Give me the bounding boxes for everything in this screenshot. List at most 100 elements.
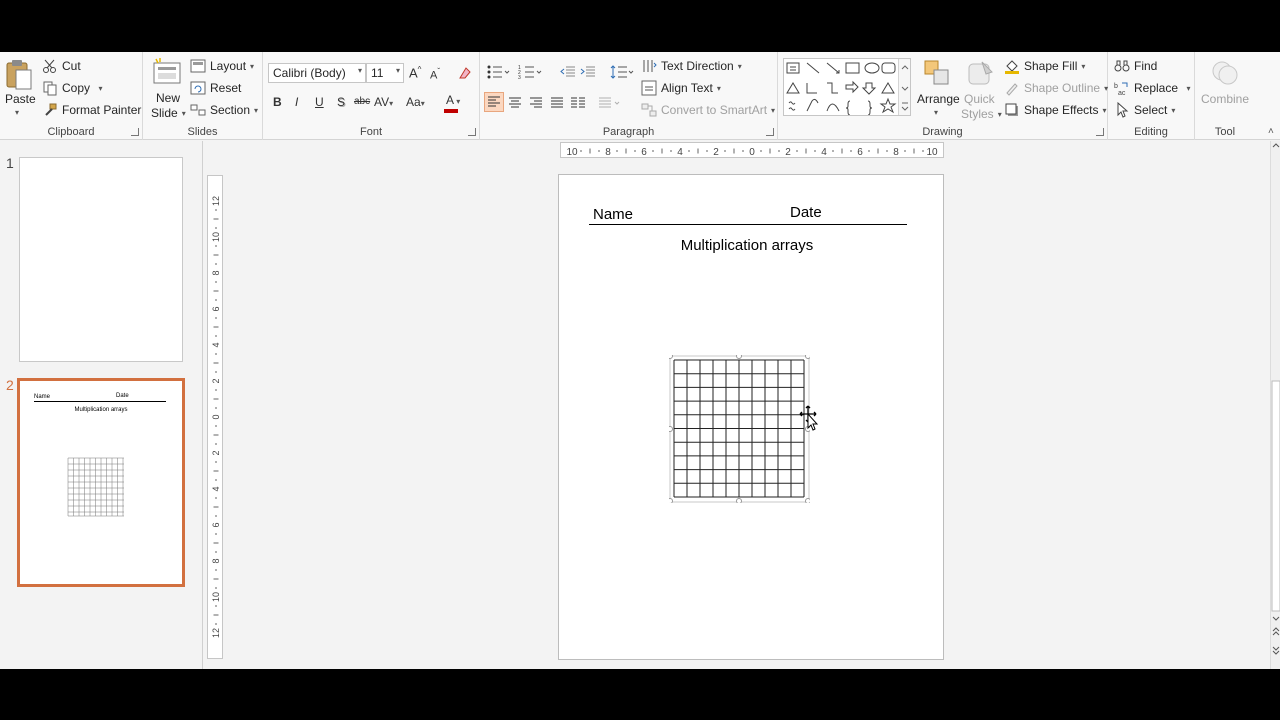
bullets-icon[interactable]: [486, 64, 510, 80]
font-size-select[interactable]: 11 ▾: [366, 63, 404, 83]
slide-canvas[interactable]: Name Date Multiplication arrays: [558, 174, 944, 660]
paste-dropdown[interactable]: ▾: [15, 108, 19, 117]
format-painter-label: Format Painter: [62, 103, 142, 117]
svg-text:b: b: [1114, 83, 1118, 90]
text-shadow-button[interactable]: S: [337, 95, 345, 109]
convert-smartart-label: Convert to SmartArt: [661, 103, 768, 117]
resize-handle[interactable]: [667, 426, 673, 432]
change-case-button[interactable]: Aa▾: [406, 95, 425, 109]
ribbon: Paste ▾ Cut Copy ▾ Format Painter Clipbo…: [0, 52, 1280, 140]
new-slide-dropdown[interactable]: Slide ▾: [151, 106, 186, 120]
shrink-font-button[interactable]: Aˇ: [430, 67, 440, 82]
new-slide-icon[interactable]: [152, 57, 182, 90]
align-left-button[interactable]: [484, 92, 504, 112]
quick-styles-dropdown[interactable]: Styles ▾: [961, 107, 1002, 121]
decrease-indent-icon[interactable]: [560, 64, 576, 80]
tool-group-label: Tool: [1214, 126, 1236, 138]
array-grid-table[interactable]: [667, 353, 819, 504]
combine-button[interactable]: Combine: [1201, 92, 1249, 106]
slide-thumbnail-1[interactable]: [19, 157, 183, 362]
align-center-icon[interactable]: [508, 96, 522, 110]
align-text-button[interactable]: Align Text ▾: [641, 80, 721, 96]
copy-dropdown-icon[interactable]: ▾: [94, 84, 102, 93]
new-slide-button[interactable]: New: [156, 91, 180, 105]
increase-indent-icon[interactable]: [580, 64, 596, 80]
shape-fill-button[interactable]: Shape Fill ▾: [1004, 58, 1085, 74]
shape-outline-button[interactable]: Shape Outline ▾: [1004, 80, 1108, 96]
convert-smartart-button[interactable]: Convert to SmartArt ▾: [641, 102, 775, 118]
slide-title[interactable]: Multiplication arrays: [559, 237, 935, 254]
grow-font-button[interactable]: A^: [409, 65, 421, 80]
quick-styles-icon[interactable]: [966, 58, 996, 91]
align-right-icon[interactable]: [529, 96, 543, 110]
collapse-ribbon-icon[interactable]: ˄: [1268, 126, 1274, 137]
slide-name-label[interactable]: Name: [593, 206, 633, 223]
shapes-gallery[interactable]: [783, 58, 911, 116]
layout-button[interactable]: Layout ▾: [190, 58, 254, 74]
justify-icon[interactable]: [550, 96, 564, 110]
paste-label: Paste: [5, 92, 36, 106]
align-text-caret-icon: ▾: [716, 83, 721, 93]
section-label: Section: [210, 103, 251, 117]
bold-button[interactable]: B: [273, 95, 282, 109]
font-color-caret-icon: ▾: [454, 97, 461, 106]
resize-handle[interactable]: [736, 353, 742, 359]
clear-formatting-icon[interactable]: [457, 65, 473, 84]
replace-label: Replace: [1134, 81, 1179, 95]
font-family-select[interactable]: Calibri (Body) ▾: [268, 63, 366, 83]
paragraph-launcher-icon[interactable]: [766, 128, 774, 136]
scissors-icon: [43, 59, 56, 73]
format-painter-button[interactable]: Format Painter: [42, 102, 141, 118]
arrange-button[interactable]: Arrange: [917, 92, 960, 106]
font-launcher-icon[interactable]: [468, 128, 476, 136]
resize-handle[interactable]: [736, 498, 742, 504]
shapes-gallery-scroll[interactable]: [898, 59, 910, 115]
binoculars-icon: [1114, 60, 1130, 72]
new-slide-label: New: [156, 91, 181, 105]
section-button[interactable]: Section ▾: [190, 102, 258, 118]
copy-icon: [43, 81, 57, 96]
scrollbar-arrows-icon: [1271, 143, 1280, 655]
select-button[interactable]: Select ▾: [1114, 102, 1175, 118]
text-direction-button[interactable]: Text Direction ▾: [641, 58, 742, 74]
copy-button[interactable]: Copy ▾: [42, 80, 102, 96]
smartart-columns-icon[interactable]: [598, 96, 622, 110]
drawing-launcher-icon[interactable]: [1096, 128, 1104, 136]
ruler-label: 10: [211, 232, 221, 242]
array-grid[interactable]: [667, 353, 811, 504]
shape-effects-button[interactable]: Shape Effects ▾: [1004, 102, 1107, 118]
editor-scrollbar[interactable]: [1270, 141, 1280, 669]
italic-button[interactable]: I: [295, 95, 298, 109]
horizontal-ruler: 10 8 6 4 2 0 2 4 6 8 10: [560, 142, 944, 158]
slide-thumbnail-2[interactable]: Name Date Multiplication arrays: [17, 378, 185, 587]
find-button[interactable]: Find: [1114, 58, 1157, 74]
paste-icon[interactable]: [5, 58, 33, 95]
slide-date-label[interactable]: Date: [790, 204, 822, 221]
resize-handle[interactable]: [805, 498, 811, 504]
cut-button[interactable]: Cut: [42, 58, 81, 74]
resize-handle[interactable]: [805, 353, 811, 359]
strikethrough-button[interactable]: abc: [354, 96, 370, 107]
resize-handle[interactable]: [667, 353, 673, 359]
smartart-icon: [641, 103, 657, 117]
top-black-bar: [0, 0, 1280, 52]
quick-styles-button[interactable]: Quick: [964, 92, 995, 106]
clipboard-launcher-icon[interactable]: [131, 128, 139, 136]
columns-icon[interactable]: [570, 96, 586, 110]
underline-button[interactable]: U: [315, 95, 324, 109]
character-spacing-button[interactable]: AV▾: [374, 95, 393, 109]
layout-caret-icon: ▾: [250, 61, 255, 71]
select-caret-icon: ▾: [1171, 105, 1176, 115]
arrange-icon[interactable]: [922, 58, 952, 91]
resize-handle[interactable]: [667, 498, 673, 504]
reset-button[interactable]: Reset: [190, 80, 241, 96]
numbering-icon[interactable]: 123: [518, 64, 542, 80]
line-spacing-icon[interactable]: [610, 64, 634, 80]
paste-button[interactable]: Paste: [5, 92, 36, 106]
ruler-label: 0: [211, 414, 221, 419]
font-color-button[interactable]: A ▾: [444, 93, 461, 113]
combine-shapes-icon[interactable]: [1210, 58, 1240, 91]
replace-button[interactable]: b ac Replace ▾: [1114, 80, 1191, 96]
arrange-dropdown[interactable]: ▾: [934, 108, 938, 117]
font-color-swatch: [444, 109, 458, 113]
